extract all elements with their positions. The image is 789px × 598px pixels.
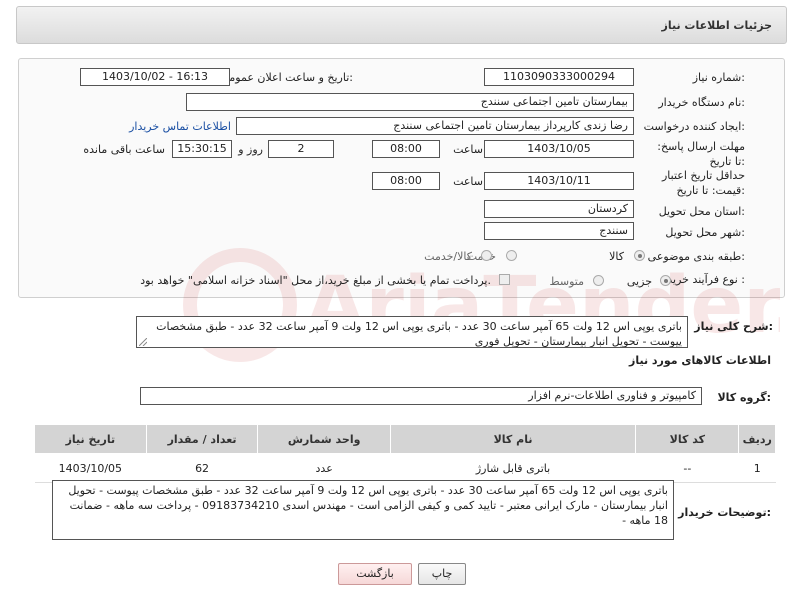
table-header-row: ردیف کد کالا نام کالا واحد شمارش تعداد /…	[34, 424, 776, 454]
announce-field: 1403/10/02 - 16:13	[80, 68, 230, 86]
summary-label: شرح کلی نیاز:	[694, 320, 773, 333]
payment-note: پرداخت تمام یا بخشی از مبلغ خرید،از محل …	[140, 274, 491, 287]
validity-time-label: ساعت	[453, 175, 483, 188]
category-radio-service[interactable]	[506, 250, 517, 261]
cell-name: باتری قابل شارژ	[390, 453, 636, 483]
buyer-field: بیمارستان تامین اجتماعی سنندج	[186, 93, 634, 111]
deadline-date-field: 1403/10/05	[484, 140, 634, 158]
deadline-label: مهلت ارسال پاسخ: تا تاریخ:	[657, 140, 745, 168]
remaining-time-field: 15:30:15	[172, 140, 232, 158]
cell-need-date: 1403/10/05	[34, 453, 147, 483]
category-radio-goods-service[interactable]	[481, 250, 492, 261]
deadline-time-field: 08:00	[372, 140, 440, 158]
summary-text: باتری یوپی اس 12 ولت 65 آمپر ساعت 30 عدد…	[136, 316, 688, 348]
process-radio-minor[interactable]	[660, 275, 671, 286]
province-label: استان محل تحویل:	[658, 205, 745, 218]
creator-label: ایجاد کننده درخواست:	[643, 120, 745, 133]
cell-row: 1	[738, 453, 776, 483]
category-option-goods-service: کالا/خدمت	[424, 250, 472, 263]
page-header: جزئیات اطلاعات نیاز	[16, 6, 787, 44]
buyer-notes-label: توضیحات خریدار:	[678, 506, 771, 519]
deadline-time-label: ساعت	[453, 143, 483, 156]
process-option-medium: متوسط	[549, 275, 584, 288]
days-field: 2	[268, 140, 334, 158]
buyer-notes-text: باتری یوپی اس 12 ولت 65 آمپر ساعت 30 عدد…	[52, 480, 674, 540]
col-code: کد کالا	[635, 424, 740, 454]
goods-group-label: گروه کالا:	[717, 391, 771, 404]
cell-quantity: 62	[146, 453, 258, 483]
print-button[interactable]: چاپ	[418, 563, 466, 585]
cell-code: --	[635, 453, 739, 483]
creator-field: رضا زندی کارپرداز بیمارستان تامین اجتماع…	[236, 117, 634, 135]
city-label: شهر محل تحویل:	[665, 226, 745, 239]
process-option-minor: جزیی	[626, 275, 652, 288]
page-title: جزئیات اطلاعات نیاز	[661, 19, 773, 32]
need-number-label: شماره نیاز:	[692, 71, 745, 84]
goods-group-field: کامپیوتر و فناوری اطلاعات-نرم افزار	[140, 387, 702, 405]
remaining-label: ساعت باقی مانده	[83, 143, 165, 156]
resize-handle-icon[interactable]	[139, 338, 147, 346]
payment-checkbox[interactable]	[499, 274, 510, 285]
process-radio-medium[interactable]	[593, 275, 604, 286]
goods-section-title: اطلاعات کالاهای مورد نیاز	[629, 354, 771, 367]
col-unit: واحد شمارش	[257, 424, 391, 454]
buyer-label: نام دستگاه خریدار:	[658, 96, 745, 109]
table-row: 1 -- باتری قابل شارژ عدد 62 1403/10/05	[34, 453, 776, 483]
category-label: طبقه بندی موضوعی:	[647, 250, 745, 263]
goods-table: ردیف کد کالا نام کالا واحد شمارش تعداد /…	[34, 424, 776, 483]
announce-label: تاریخ و ساعت اعلان عمومی:	[220, 71, 353, 84]
col-name: نام کالا	[389, 424, 637, 454]
city-field: سنندج	[484, 222, 634, 240]
category-option-goods: کالا	[609, 250, 624, 263]
col-row: ردیف	[738, 424, 776, 454]
buyer-contact-link[interactable]: اطلاعات تماس خریدار	[129, 120, 231, 133]
province-field: کردستان	[484, 200, 634, 218]
cell-unit: عدد	[257, 453, 391, 483]
validity-time-field: 08:00	[372, 172, 440, 190]
col-need-date: تاریخ نیاز	[34, 424, 147, 454]
category-radio-goods[interactable]	[634, 250, 645, 261]
validity-label: حداقل تاریخ اعتبار قیمت: تا تاریخ:	[661, 169, 745, 197]
back-button[interactable]: بازگشت	[338, 563, 412, 585]
process-label: نوع فرآیند خرید :	[667, 273, 745, 286]
validity-date-field: 1403/10/11	[484, 172, 634, 190]
need-number-field: 1103090333000294	[484, 68, 634, 86]
days-label: روز و	[238, 143, 263, 156]
col-quantity: تعداد / مقدار	[145, 424, 259, 454]
